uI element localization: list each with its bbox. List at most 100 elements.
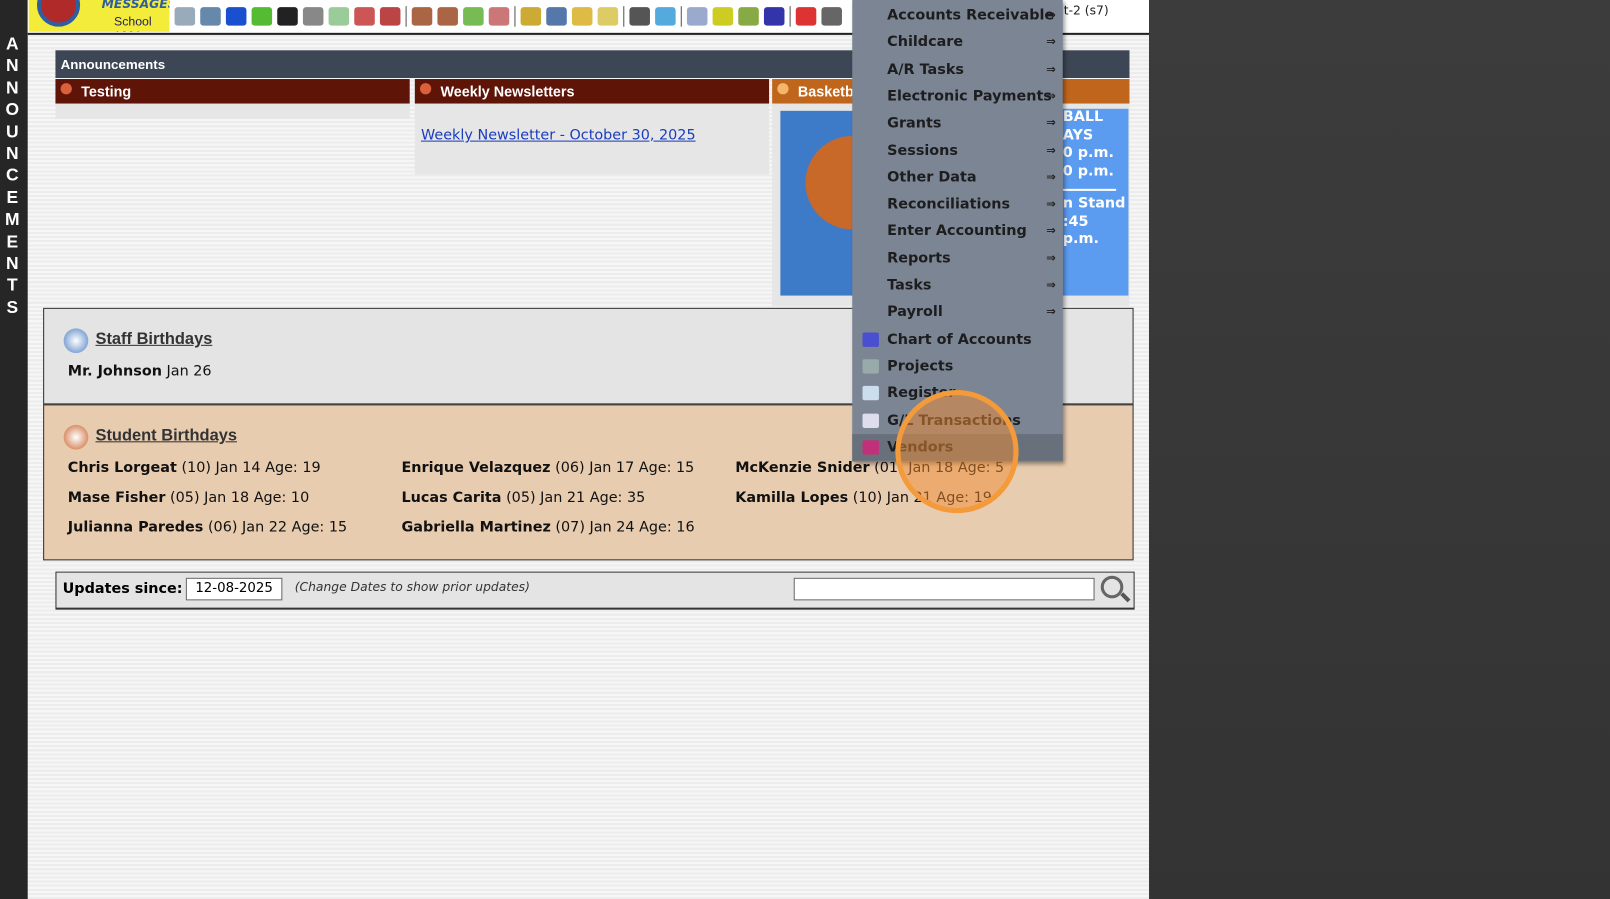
updates-date-input[interactable]: 12-08-2025 (185, 577, 283, 601)
menu-item-accounts-receivable[interactable]: Accounts Receivable ⇒ (852, 2, 1062, 29)
teacher-icon[interactable] (437, 7, 458, 26)
bell-icon[interactable] (571, 7, 593, 26)
megaphone-icon[interactable] (379, 7, 401, 26)
money-icon[interactable] (463, 7, 484, 26)
vertical-letter: N (6, 143, 19, 164)
menu-item-a-r-tasks[interactable]: A/R Tasks ⇒ (852, 56, 1062, 83)
menu-item-label: Payroll (887, 304, 943, 321)
newsletter-link[interactable]: Weekly Newsletter - October 30, 2025 (421, 127, 696, 143)
id-card-icon[interactable] (712, 7, 734, 26)
announcements-sidebar[interactable]: ANNOUNCEMENTS (0, 0, 28, 899)
menu-item-sessions[interactable]: Sessions ⇒ (852, 137, 1062, 164)
vertical-letter: A (6, 33, 19, 54)
student-birthday-item: Julianna Paredes (06) Jan 22 Age: 15 (67, 519, 348, 536)
printer-icon[interactable] (738, 7, 759, 26)
menu-item-enter-accounting[interactable]: Enter Accounting ⇒ (852, 218, 1062, 245)
toolbar-separator (405, 6, 407, 27)
calendar-grid-icon[interactable] (200, 7, 221, 26)
testing-body (55, 103, 410, 120)
text-line: n Stand (1062, 194, 1126, 212)
nurse-icon[interactable] (411, 7, 433, 26)
pushpin-icon (60, 83, 72, 95)
submenu-arrow-icon: ⇒ (1046, 251, 1056, 265)
book-icon[interactable] (546, 7, 567, 26)
menu-item-reports[interactable]: Reports ⇒ (852, 245, 1062, 272)
search-input[interactable] (793, 577, 1095, 601)
menu-item-electronic-payments[interactable]: Electronic Payments ⇒ (852, 83, 1062, 110)
forward-note-icon[interactable] (597, 7, 619, 26)
menu-item-label: Grants (887, 115, 942, 132)
student-birthday-item: Enrique Velazquez (06) Jan 17 Age: 15 (401, 459, 695, 477)
submenu-arrow-icon: ⇒ (1046, 35, 1056, 49)
chat-icon[interactable] (251, 7, 273, 26)
pdf-icon[interactable] (795, 7, 817, 26)
staff-birthdays-title[interactable]: Staff Birthdays (95, 330, 212, 348)
basketball-image (780, 110, 858, 296)
vertical-letter: N (6, 77, 19, 98)
vertical-letter: E (6, 231, 19, 252)
school-logo[interactable]: MESSAGES School 1001 (28, 0, 170, 32)
updates-label: Updates since: (62, 580, 183, 598)
column-title: Weekly Newsletters (440, 83, 575, 100)
menu-item-chart-of-accounts[interactable]: Chart of Accounts (852, 326, 1062, 353)
calculator-icon[interactable] (686, 7, 708, 26)
submenu-arrow-icon: ⇒ (1046, 197, 1056, 211)
vertical-letter: T (6, 275, 18, 296)
form-icon[interactable] (328, 7, 350, 26)
menu-item-label: Tasks (887, 277, 932, 294)
toolbar-separator (789, 6, 791, 27)
accounts-payable-icon[interactable] (763, 7, 785, 26)
email-icon[interactable] (225, 7, 247, 26)
student-birthday-item: Gabriella Martinez (07) Jan 24 Age: 16 (401, 519, 695, 536)
vertical-letter: C (6, 165, 19, 186)
text-line: AYS (1062, 126, 1094, 144)
page-margin (1150, 0, 1610, 899)
cash-register-icon[interactable] (821, 7, 842, 26)
menu-item-label: Reports (887, 250, 951, 267)
speaker-icon[interactable] (302, 7, 324, 26)
submenu-arrow-icon: ⇒ (1046, 305, 1056, 319)
submenu-arrow-icon: ⇒ (1046, 224, 1056, 238)
menu-item-reconciliations[interactable]: Reconciliations ⇒ (852, 191, 1062, 218)
search-icon[interactable] (1100, 575, 1124, 599)
staff-icon[interactable] (629, 7, 650, 26)
newsletters-body: Weekly Newsletter - October 30, 2025 (414, 103, 770, 175)
school-name: School 1001 (113, 14, 152, 31)
divider (1062, 188, 1117, 191)
gl-icon (862, 332, 879, 347)
lunch-icon[interactable] (520, 7, 542, 26)
menu-item-other-data[interactable]: Other Data ⇒ (852, 164, 1062, 191)
phone-icon[interactable] (277, 7, 298, 26)
pushpin-icon (419, 83, 432, 95)
submenu-arrow-icon: ⇒ (1046, 116, 1056, 130)
vertical-letter: S (6, 297, 19, 317)
date-icon[interactable] (354, 7, 375, 26)
vertical-letter: E (6, 187, 19, 208)
submenu-arrow-icon: ⇒ (1046, 170, 1056, 184)
menu-item-label: Projects (887, 358, 954, 375)
birthday-cake-icon (63, 328, 89, 354)
menu-item-grants[interactable]: Grants ⇒ (852, 110, 1062, 137)
student-birthday-item: Chris Lorgeat (10) Jan 14 Age: 19 (67, 459, 321, 477)
transactions-icon (862, 413, 879, 428)
menu-item-projects[interactable]: Projects (852, 353, 1062, 380)
logo-emblem-icon (36, 0, 81, 27)
menu-item-label: Accounts Receivable (887, 7, 1055, 24)
menu-item-label: Reconciliations (887, 196, 1011, 213)
menu-item-tasks[interactable]: Tasks ⇒ (852, 272, 1062, 299)
alarm-clock-icon[interactable] (655, 7, 676, 26)
updates-bar: Updates since: 12-08-2025 (Change Dates … (55, 571, 1135, 610)
search-icon[interactable] (174, 7, 196, 26)
submenu-arrow-icon: ⇒ (1046, 62, 1056, 76)
student-birthday-item: Lucas Carita (05) Jan 21 Age: 35 (401, 489, 646, 506)
menu-item-payroll[interactable]: Payroll ⇒ (852, 299, 1062, 326)
vertical-letter: O (5, 99, 20, 120)
menu-item-label: Sessions (887, 142, 958, 159)
toolbar-separator (623, 6, 625, 27)
menu-item-label: A/R Tasks (887, 61, 964, 78)
menu-item-childcare[interactable]: Childcare ⇒ (852, 29, 1062, 56)
parents-icon[interactable] (488, 7, 510, 26)
student-birthdays-title[interactable]: Student Birthdays (95, 427, 236, 445)
menu-item-label: Other Data (887, 169, 977, 186)
column-title: Testing (81, 83, 132, 100)
